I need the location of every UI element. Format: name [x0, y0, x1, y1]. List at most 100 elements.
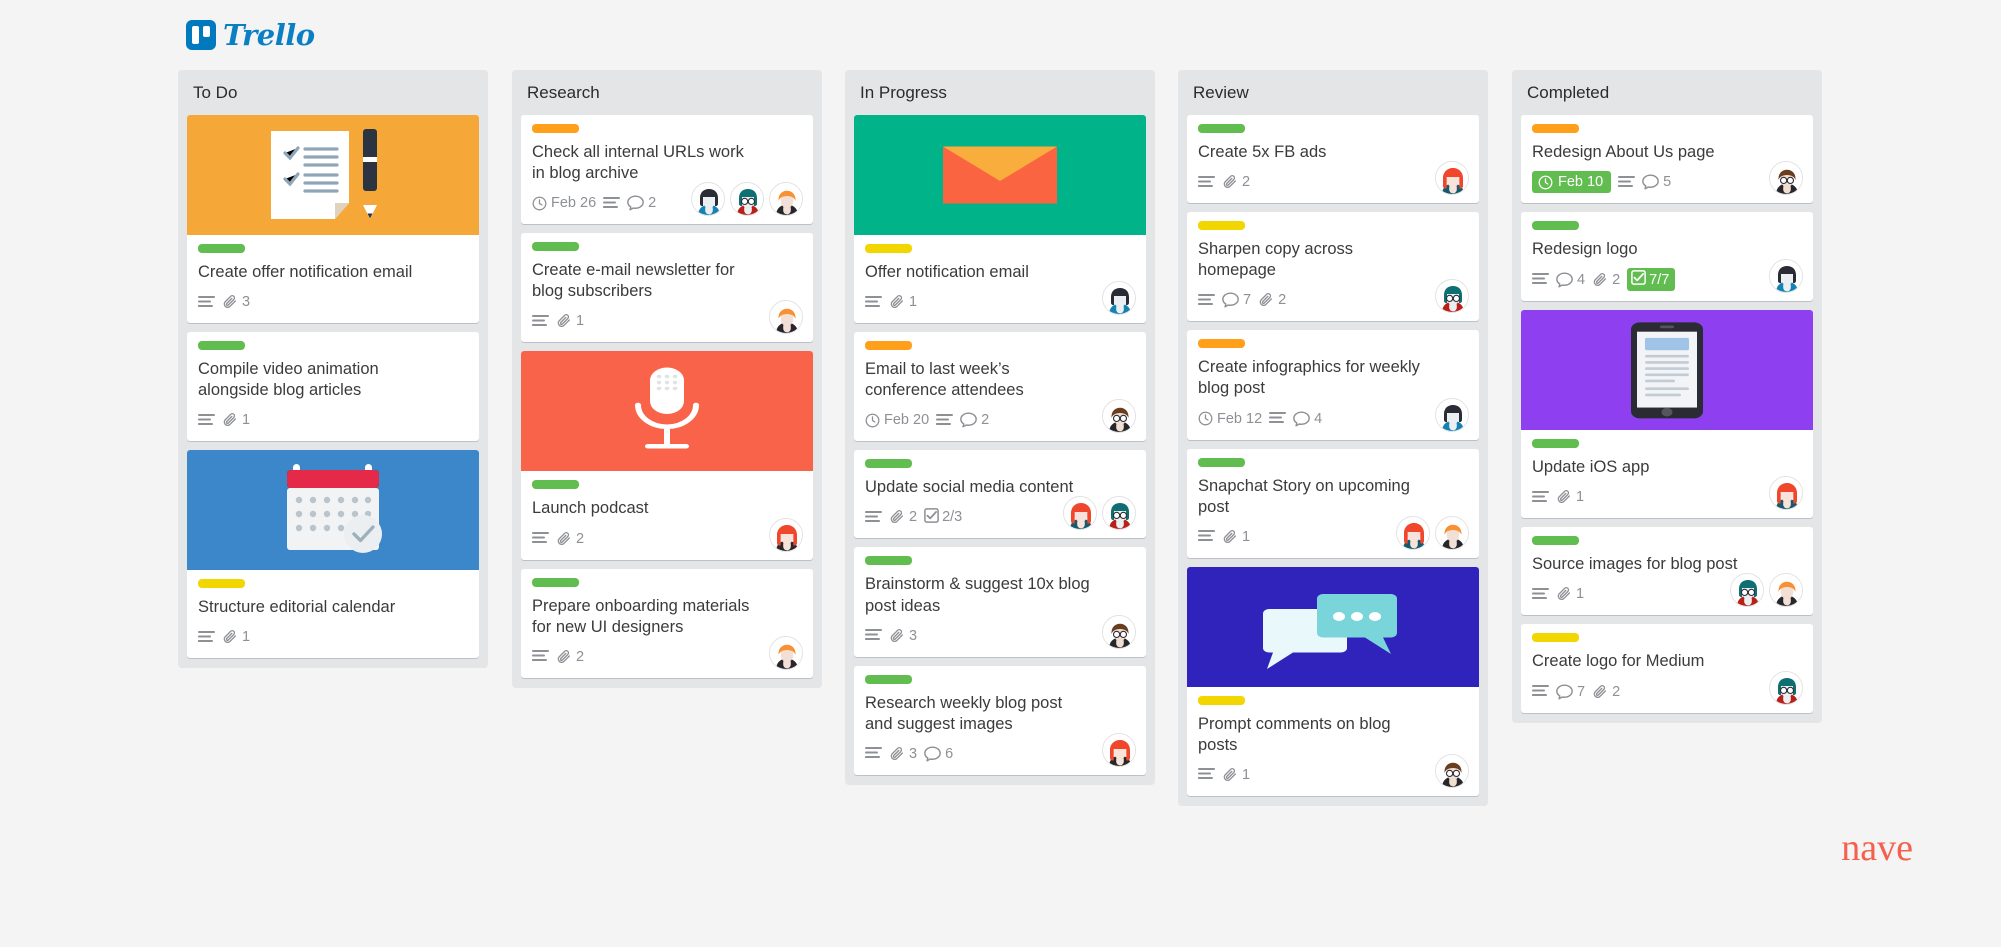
card-label-yellow[interactable]: [1198, 695, 1245, 705]
due-date-badge[interactable]: Feb 10: [1532, 171, 1612, 194]
card-cover-image: [1521, 310, 1813, 431]
avatar[interactable]: [1102, 732, 1136, 767]
card[interactable]: Snapchat Story on upcoming post 1: [1187, 448, 1479, 558]
attachment-badge: 3: [889, 628, 917, 644]
card-label-green[interactable]: [1532, 536, 1579, 546]
card[interactable]: Create e-mail newsletter for blog subscr…: [521, 233, 813, 343]
due-date-badge[interactable]: Feb 12: [1198, 411, 1262, 427]
card[interactable]: Structure editorial calendar 1: [187, 450, 479, 659]
avatar[interactable]: [1102, 399, 1136, 434]
card-label-green[interactable]: [865, 556, 912, 566]
avatar[interactable]: [1102, 496, 1136, 531]
attachment-badge: 2: [556, 649, 584, 665]
paperclip-icon: [1592, 684, 1608, 700]
card-label-green[interactable]: [1532, 439, 1579, 449]
card-label-green[interactable]: [532, 242, 579, 252]
card-label-green[interactable]: [532, 480, 579, 490]
card-members: [1102, 399, 1136, 434]
attachment-count: 2: [1612, 271, 1621, 288]
card-label-yellow[interactable]: [865, 244, 912, 253]
card[interactable]: Sharpen copy across homepage 7 2: [1187, 212, 1479, 322]
card-label-green[interactable]: [532, 577, 579, 587]
card[interactable]: Create 5x FB ads 2: [1187, 115, 1479, 204]
trello-wordmark: Trello: [223, 18, 315, 52]
attachment-count: 1: [576, 313, 585, 330]
card[interactable]: Email to last week’s conference attendee…: [854, 332, 1146, 442]
card[interactable]: Redesign logo 4 2 7/7: [1521, 212, 1813, 302]
avatar[interactable]: [1769, 161, 1803, 196]
card-title: Create offer notification email: [198, 263, 413, 281]
avatar[interactable]: [1435, 515, 1469, 550]
card-label-orange[interactable]: [532, 124, 579, 133]
card-members: [1102, 732, 1136, 767]
avatar[interactable]: [1769, 259, 1803, 294]
avatar[interactable]: [769, 182, 803, 217]
card-label-yellow[interactable]: [1198, 221, 1245, 231]
attachment-badge: 2: [1592, 684, 1620, 700]
due-date-badge[interactable]: Feb 20: [865, 412, 929, 428]
description-badge: [532, 314, 549, 329]
card-title: Check all internal URLs work in blog arc…: [532, 143, 744, 183]
card[interactable]: Research weekly blog post and suggest im…: [854, 665, 1146, 775]
attachment-count: 1: [242, 412, 251, 429]
avatar[interactable]: [769, 517, 803, 552]
avatar[interactable]: [1435, 397, 1469, 432]
card-members: [1769, 670, 1803, 705]
avatar[interactable]: [769, 300, 803, 335]
card-label-yellow[interactable]: [1532, 633, 1579, 643]
card-title: Create infographics for weekly blog post: [1198, 358, 1420, 398]
avatar[interactable]: [1730, 573, 1764, 608]
card[interactable]: Create infographics for weekly blog post…: [1187, 330, 1479, 440]
avatar[interactable]: [1435, 753, 1469, 788]
card-label-yellow[interactable]: [198, 579, 245, 589]
card-label-green[interactable]: [198, 341, 245, 351]
due-date-badge[interactable]: Feb 26: [532, 195, 596, 211]
card[interactable]: Update social media content 2 2/3: [854, 450, 1146, 539]
avatar[interactable]: [691, 182, 725, 217]
avatar[interactable]: [1396, 515, 1430, 550]
attachment-count: 1: [242, 629, 251, 646]
card-label-green[interactable]: [1532, 221, 1579, 231]
card-title: Email to last week’s conference attendee…: [865, 360, 1024, 400]
card[interactable]: Source images for blog post 1: [1521, 527, 1813, 616]
card[interactable]: Prompt comments on blog posts 1: [1187, 566, 1479, 796]
card-label-green[interactable]: [1198, 457, 1245, 467]
avatar[interactable]: [1435, 161, 1469, 196]
card[interactable]: Create logo for Medium 7 2: [1521, 624, 1813, 713]
column-title: To Do: [193, 83, 238, 102]
card-label-green[interactable]: [865, 459, 912, 469]
card[interactable]: Prepare onboarding materials for new UI …: [521, 568, 813, 678]
avatar[interactable]: [1769, 670, 1803, 705]
card[interactable]: Compile video animation alongside blog a…: [187, 332, 479, 442]
description-icon: [865, 510, 882, 525]
card[interactable]: Brainstorm & suggest 10x blog post ideas…: [854, 547, 1146, 657]
card[interactable]: Redesign About Us page Feb 10 5: [1521, 115, 1813, 204]
attachment-count: 2: [1612, 683, 1621, 700]
avatar[interactable]: [1769, 476, 1803, 511]
description-badge: [1198, 767, 1215, 782]
card-label-orange[interactable]: [1532, 124, 1579, 133]
paperclip-icon: [1592, 272, 1608, 288]
card-label-green[interactable]: [865, 674, 912, 684]
card-label-orange[interactable]: [865, 341, 912, 351]
card[interactable]: Offer notification email 1: [854, 115, 1146, 324]
card[interactable]: Check all internal URLs work in blog arc…: [521, 115, 813, 225]
card[interactable]: Update iOS app 1: [1521, 310, 1813, 519]
attachment-count: 2: [1278, 292, 1287, 309]
avatar[interactable]: [1435, 279, 1469, 314]
avatar[interactable]: [769, 635, 803, 670]
trello-logo[interactable]: Trello: [186, 18, 315, 52]
card[interactable]: Create offer notification email 3: [187, 115, 479, 324]
avatar[interactable]: [1063, 496, 1097, 531]
avatar[interactable]: [1769, 573, 1803, 608]
avatar[interactable]: [730, 182, 764, 217]
avatar[interactable]: [1102, 614, 1136, 649]
card-label-green[interactable]: [1198, 124, 1245, 133]
avatar[interactable]: [1102, 281, 1136, 316]
card-title: Redesign logo: [1532, 240, 1638, 259]
card-label-orange[interactable]: [1198, 339, 1245, 349]
card[interactable]: Launch podcast 2: [521, 351, 813, 560]
attachment-count: 3: [909, 627, 918, 644]
column-card-list: Create 5x FB ads 2 Sharpen copy across h…: [1187, 115, 1479, 796]
card-label-green[interactable]: [198, 244, 245, 253]
